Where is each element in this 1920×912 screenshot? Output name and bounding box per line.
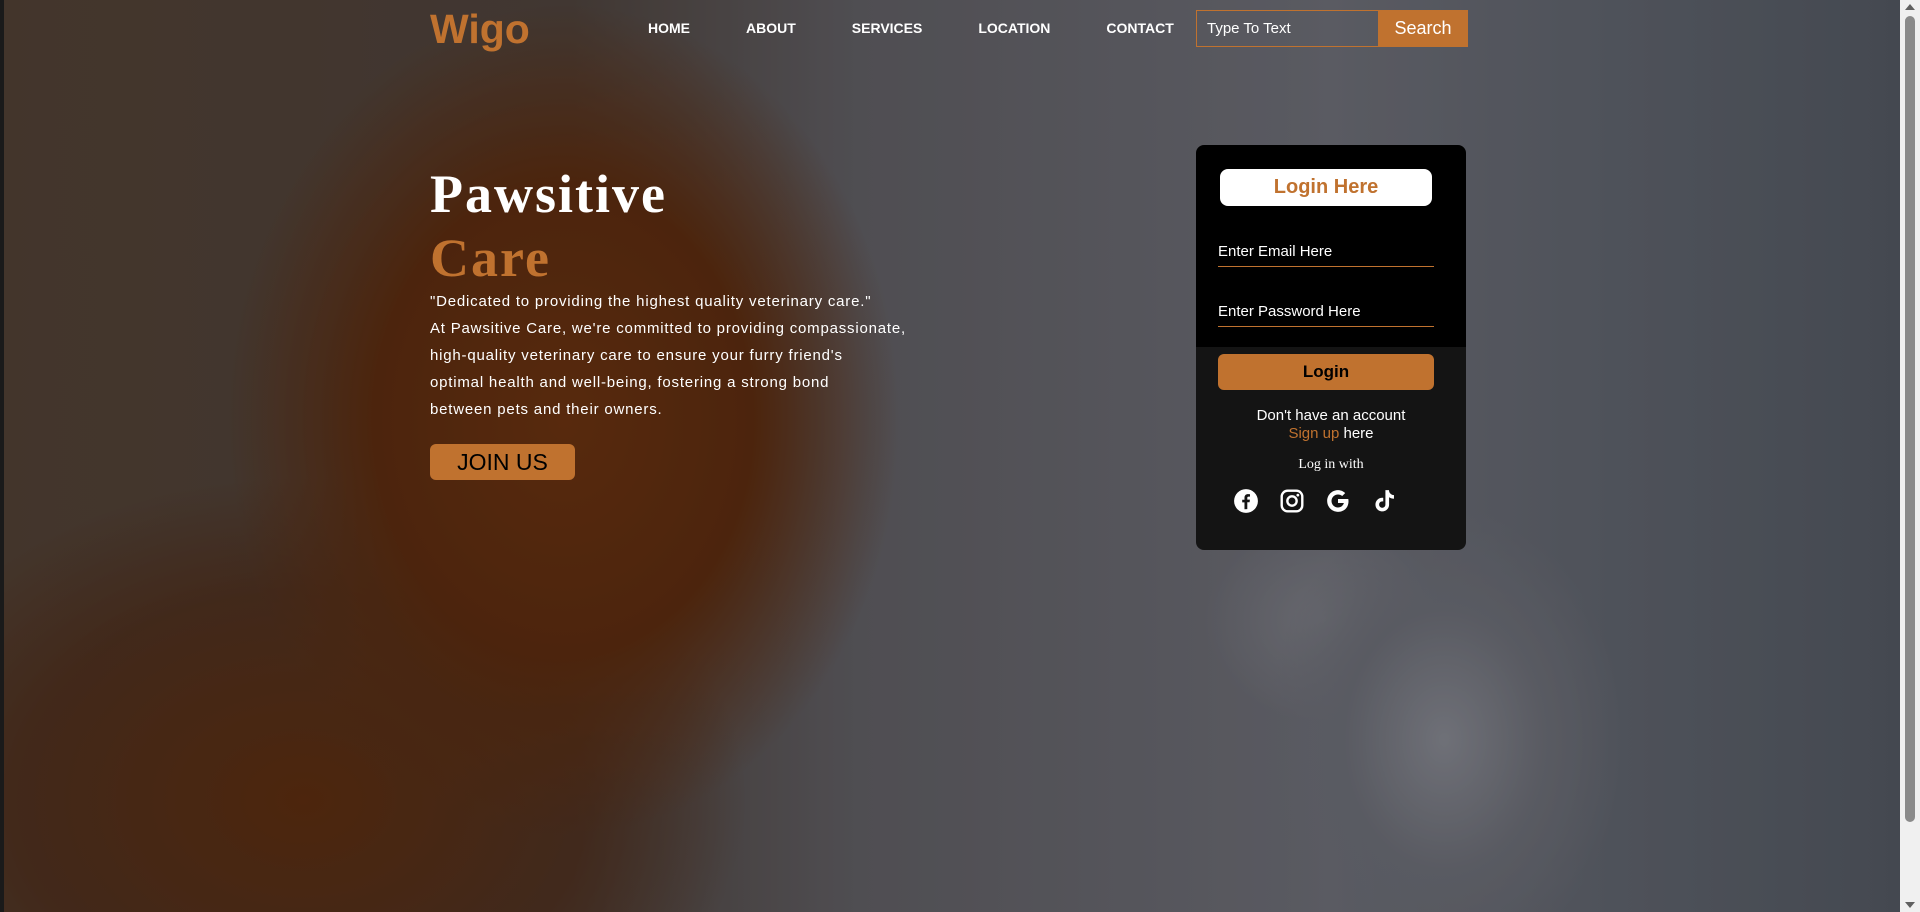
site-logo[interactable]: Wigo: [430, 6, 530, 53]
vertical-scrollbar[interactable]: [1900, 0, 1920, 912]
hero-title-line1: Pawsitive: [430, 164, 667, 224]
instagram-icon[interactable]: [1279, 488, 1305, 514]
search-bar: Search: [1196, 10, 1468, 47]
email-field[interactable]: [1218, 237, 1434, 267]
scrollbar-thumb[interactable]: [1905, 16, 1915, 822]
hero-body-line: between pets and their owners.: [430, 401, 663, 418]
hero-description: "Dedicated to providing the highest qual…: [430, 288, 930, 423]
join-us-button[interactable]: JOIN US: [430, 444, 575, 480]
hero-title: Pawsitive Care: [430, 162, 667, 290]
signup-prompt: Don't have an account Sign up here: [1196, 407, 1466, 443]
hero-body-line: optimal health and well-being, fostering…: [430, 374, 830, 391]
google-icon[interactable]: [1325, 488, 1351, 514]
nav-item-services[interactable]: SERVICES: [852, 20, 923, 36]
nav-item-contact[interactable]: CONTACT: [1106, 20, 1173, 36]
no-account-text: Don't have an account: [1256, 407, 1406, 424]
search-input[interactable]: [1196, 10, 1378, 47]
facebook-icon[interactable]: [1233, 488, 1259, 514]
signup-link[interactable]: Sign up: [1288, 425, 1339, 442]
tiktok-icon[interactable]: [1371, 488, 1397, 514]
password-field[interactable]: [1218, 297, 1434, 327]
nav-item-home[interactable]: HOME: [648, 20, 690, 36]
nav-item-location[interactable]: LOCATION: [978, 20, 1050, 36]
login-panel: Login Here Login Don't have an account S…: [1196, 145, 1466, 550]
login-heading: Login Here: [1220, 169, 1432, 206]
hero-body-line: high-quality veterinary care to ensure y…: [430, 347, 843, 364]
social-login-row: [1233, 488, 1417, 514]
hero-background-image: [4, 0, 1900, 912]
signup-line: Sign up here: [1196, 425, 1466, 443]
scroll-up-arrow-icon[interactable]: [1905, 4, 1915, 10]
hero-body-line: At Pawsitive Care, we're committed to pr…: [430, 320, 906, 337]
search-button[interactable]: Search: [1378, 10, 1468, 47]
signup-suffix: here: [1339, 425, 1374, 442]
login-with-label: Log in with: [1298, 457, 1364, 472]
hero-tagline: "Dedicated to providing the highest qual…: [430, 293, 872, 310]
hero-title-line2: Care: [430, 228, 551, 288]
login-button[interactable]: Login: [1218, 354, 1434, 390]
scroll-down-arrow-icon[interactable]: [1905, 902, 1915, 908]
nav-item-about[interactable]: ABOUT: [746, 20, 796, 36]
main-nav: HOME ABOUT SERVICES LOCATION CONTACT: [648, 20, 1230, 36]
